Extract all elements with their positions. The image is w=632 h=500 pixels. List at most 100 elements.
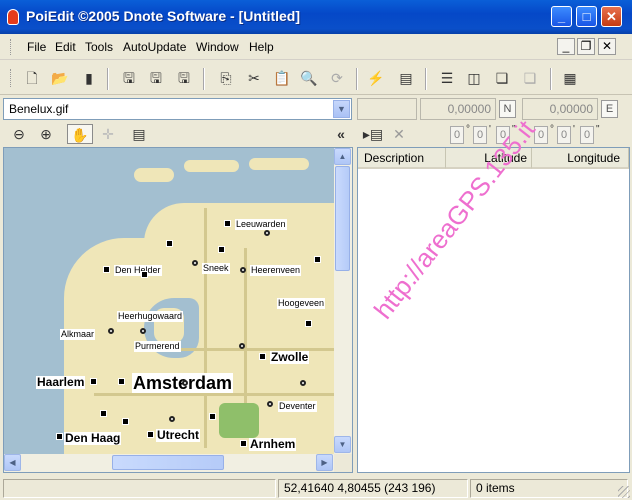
map-canvas[interactable]: Leeuwarden Den Helder Sneek Heerenveen H… [4, 148, 334, 454]
pan-hand-icon[interactable]: ✋ [67, 124, 93, 144]
minimize-button[interactable]: _ [551, 6, 572, 27]
menu-window[interactable]: Window [196, 40, 239, 54]
city-label: Sneek [202, 263, 230, 274]
chevron-down-icon[interactable]: ▼ [333, 100, 350, 118]
delete-icon[interactable]: ✕ [388, 124, 410, 144]
gps-device-icon[interactable]: ▮ [79, 68, 99, 88]
horizontal-scroll-thumb[interactable] [112, 455, 224, 470]
lon-minutes[interactable]: 0 [557, 126, 571, 144]
poi-marker[interactable] [90, 378, 97, 385]
lat-degrees[interactable]: 0 [450, 126, 464, 144]
calculator-icon[interactable]: ▦ [560, 68, 580, 88]
longitude-hemisphere[interactable]: E [601, 100, 618, 118]
city-label: Purmerend [134, 341, 181, 352]
city-label: Den Haag [64, 431, 122, 445]
menu-bar: File Edit Tools AutoUpdate Window Help _… [0, 34, 632, 60]
paste-icon[interactable]: 📋 [272, 68, 292, 88]
map-island [249, 158, 309, 170]
mdi-restore-button[interactable]: ❐ [577, 38, 595, 55]
tile-icon[interactable]: ❏ [520, 68, 540, 88]
mdi-minimize-button[interactable]: _ [557, 38, 575, 55]
map-horizontal-scrollbar[interactable]: ◀ ▶ [4, 454, 334, 472]
toolbar-separator [356, 68, 358, 90]
map-view[interactable]: Leeuwarden Den Helder Sneek Heerenveen H… [3, 147, 353, 473]
poi-marker[interactable] [166, 240, 173, 247]
cut-icon[interactable]: ✂ [244, 68, 264, 88]
lon-degrees[interactable]: 0 [534, 126, 548, 144]
save-icon[interactable]: 🖫 [119, 68, 139, 88]
poi-marker[interactable] [305, 320, 312, 327]
poi-marker[interactable] [224, 220, 231, 227]
scroll-left-icon[interactable]: ◀ [4, 454, 21, 471]
column-header-longitude[interactable]: Longitude [532, 148, 629, 169]
new-file-icon[interactable]: 🗋 [22, 68, 42, 88]
map-vertical-scrollbar[interactable]: ▲ ▼ [334, 148, 352, 454]
split-horizontal-icon[interactable]: ☰ [437, 68, 457, 88]
map-properties-icon[interactable]: ▤ [128, 124, 150, 144]
poi-marker[interactable] [147, 431, 154, 438]
collapse-panel-icon[interactable]: « [330, 124, 352, 144]
zoom-in-icon[interactable]: ⊕ [35, 124, 57, 144]
vertical-scroll-thumb[interactable] [335, 166, 350, 271]
cascade-icon[interactable]: ❏ [492, 68, 512, 88]
city-label: Heerhugowaard [117, 311, 184, 322]
save-as-icon[interactable]: 🖫 [146, 68, 166, 88]
city-dot [264, 230, 270, 236]
scroll-right-icon[interactable]: ▶ [316, 454, 333, 471]
close-button[interactable]: ✕ [601, 6, 622, 27]
city-label: Utrecht [156, 428, 201, 442]
menu-edit[interactable]: Edit [55, 40, 76, 54]
scroll-up-icon[interactable]: ▲ [334, 148, 351, 165]
city-label: Leeuwarden [235, 219, 287, 230]
lon-seconds[interactable]: 0 [580, 126, 594, 144]
poi-list[interactable]: Description Latitude Longitude [357, 147, 630, 473]
properties-icon[interactable]: ▤ [396, 68, 416, 88]
poi-marker[interactable] [118, 378, 125, 385]
map-file-select[interactable]: Benelux.gif ▼ [3, 98, 352, 120]
toolbar-separator [203, 68, 205, 90]
latitude-hemisphere[interactable]: N [499, 100, 516, 118]
menu-tools[interactable]: Tools [85, 40, 113, 54]
toolbar-separator [425, 68, 427, 90]
find-icon[interactable]: 🔍 [299, 68, 319, 88]
latitude-field[interactable]: 0,00000 [420, 98, 496, 120]
save-all-icon[interactable]: 🖫 [174, 68, 194, 88]
longitude-field[interactable]: 0,00000 [522, 98, 598, 120]
poi-marker[interactable] [56, 433, 63, 440]
status-bar: 52,41640 4,80455 (243 196) 0 items [0, 476, 632, 500]
scroll-down-icon[interactable]: ▼ [334, 436, 351, 453]
poi-marker[interactable] [314, 256, 321, 263]
lat-minutes[interactable]: 0 [473, 126, 487, 144]
crosshair-icon[interactable]: ✛ [97, 124, 119, 144]
city-label: Heerenveen [250, 265, 302, 276]
map-island [184, 160, 239, 172]
resize-grip[interactable] [618, 486, 630, 498]
city-dot [239, 343, 245, 349]
open-folder-icon[interactable]: 📂 [50, 68, 70, 88]
menu-file[interactable]: File [27, 40, 46, 54]
poi-marker[interactable] [103, 266, 110, 273]
lightning-icon[interactable]: ⚡ [366, 68, 386, 88]
menu-help[interactable]: Help [249, 40, 274, 54]
menu-autoupdate[interactable]: AutoUpdate [123, 40, 186, 54]
poi-marker[interactable] [240, 440, 247, 447]
poi-marker[interactable] [141, 271, 148, 278]
column-header-latitude[interactable]: Latitude [446, 148, 532, 169]
replace-icon[interactable]: ⟳ [327, 68, 347, 88]
split-vertical-icon[interactable]: ◫ [464, 68, 484, 88]
maximize-button[interactable]: □ [576, 6, 597, 27]
menubar-grip [10, 39, 13, 55]
add-poi-icon[interactable]: ▸▤ [362, 124, 384, 144]
poi-marker[interactable] [122, 418, 129, 425]
poi-marker[interactable] [259, 353, 266, 360]
poi-marker[interactable] [100, 410, 107, 417]
poi-marker[interactable] [209, 413, 216, 420]
lat-seconds[interactable]: 0 [496, 126, 510, 144]
mdi-close-button[interactable]: ✕ [598, 38, 616, 55]
column-header-description[interactable]: Description [358, 148, 446, 169]
zoom-out-icon[interactable]: ⊖ [8, 124, 30, 144]
city-label: Hoogeveen [277, 298, 326, 309]
poi-marker[interactable] [218, 246, 225, 253]
copy-icon[interactable]: ⎘ [216, 68, 236, 88]
degree-mark: ° [466, 124, 470, 135]
